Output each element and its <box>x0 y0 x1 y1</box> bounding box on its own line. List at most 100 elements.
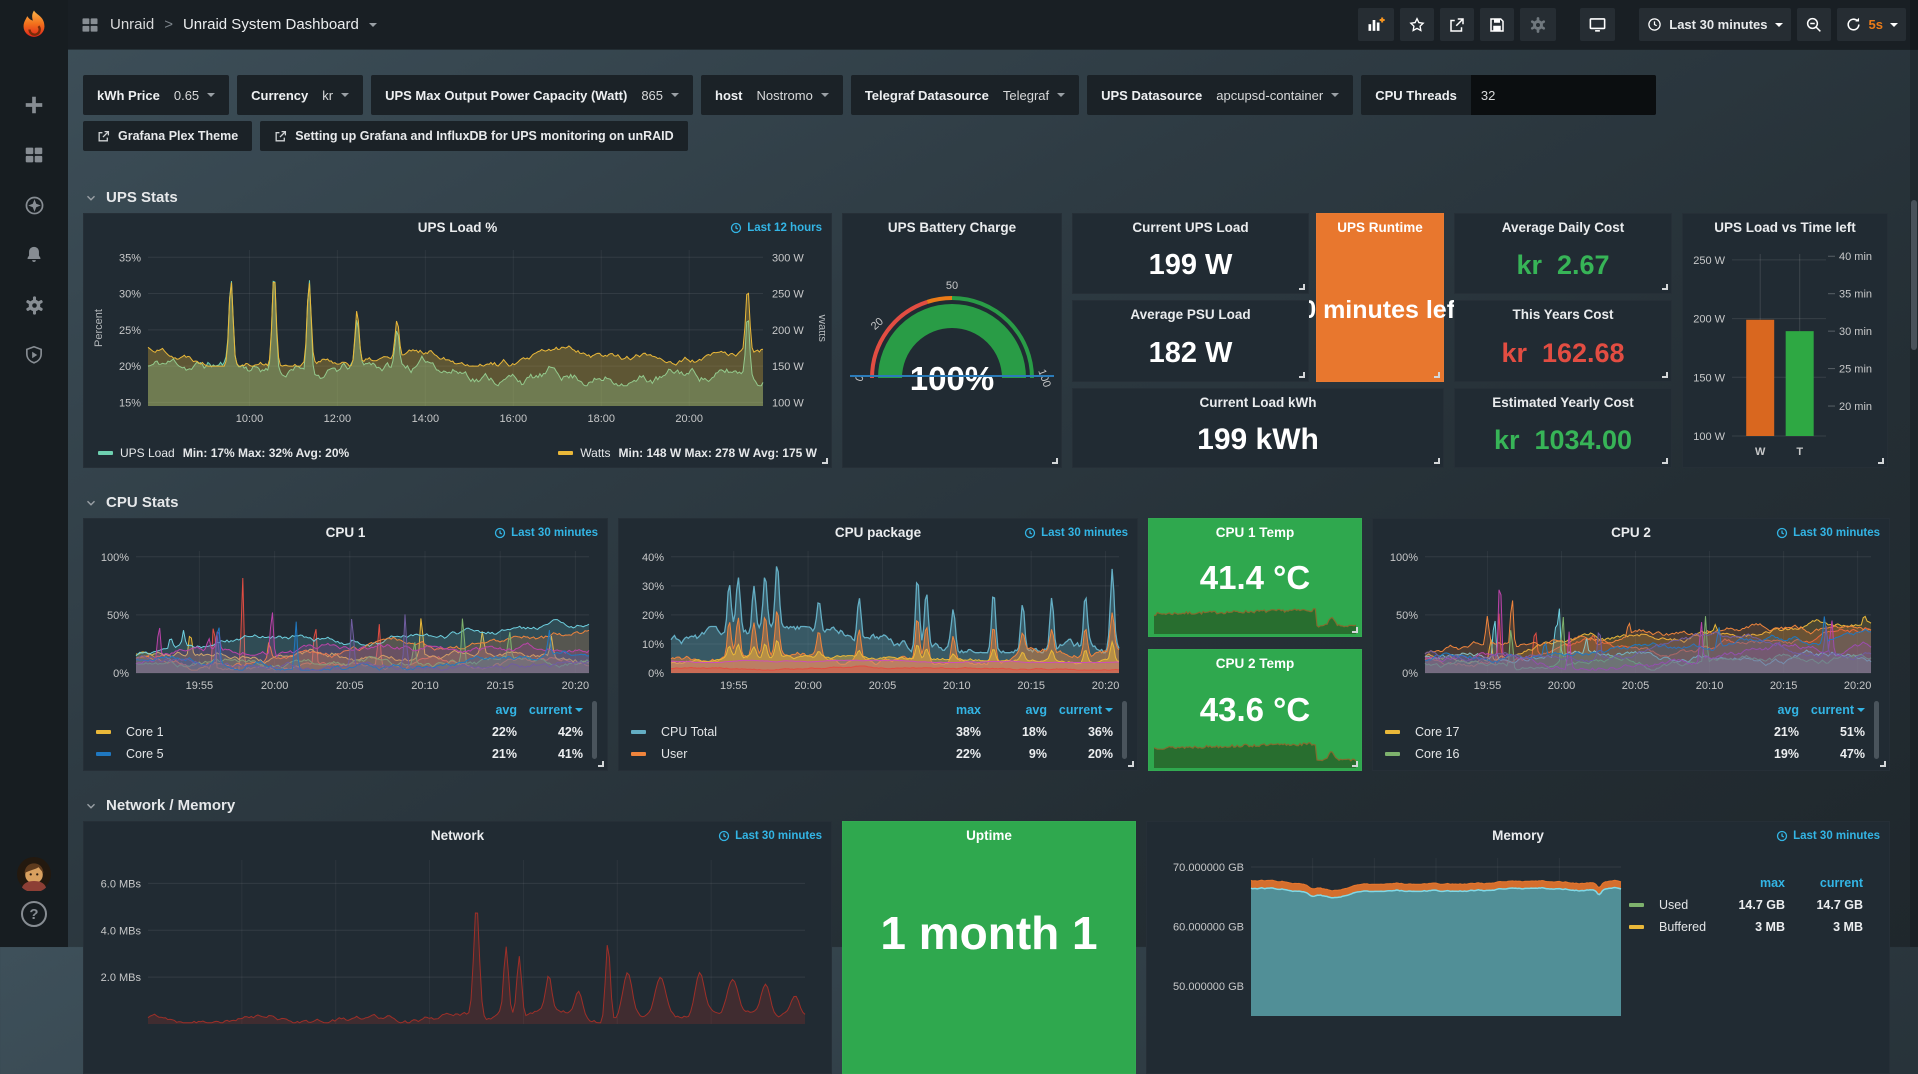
resize-handle[interactable] <box>1662 372 1668 378</box>
explore-compass-icon[interactable] <box>0 180 68 230</box>
resize-handle[interactable] <box>1878 458 1884 464</box>
share-button[interactable] <box>1440 8 1474 41</box>
resize-handle[interactable] <box>1128 761 1134 767</box>
legend-col-max[interactable]: max <box>915 703 981 717</box>
battery-gauge[interactable]: 02050100100% <box>847 252 1057 404</box>
memory-chart[interactable]: 50.000000 GB60.000000 GB70.000000 GB <box>1147 846 1629 1046</box>
cpu2-chart[interactable]: 0%50%100%19:5520:0020:0520:1020:1520:20 <box>1379 543 1883 695</box>
panel-title[interactable]: UPS Load vs Time left <box>1683 214 1887 238</box>
server-admin-shield-icon[interactable] <box>0 330 68 380</box>
load-vs-time-chart[interactable]: 100 W150 W200 W250 W20 min25 min30 min35… <box>1686 240 1884 462</box>
panel-timeframe[interactable]: Last 30 minutes <box>494 527 598 539</box>
breadcrumb-current[interactable]: Unraid System Dashboard <box>183 16 359 33</box>
caret-down-icon <box>671 93 679 97</box>
panel-title[interactable]: UPS Battery Charge <box>843 214 1061 238</box>
legend-col-max[interactable]: max <box>1707 876 1785 890</box>
panel-title[interactable]: Current Load kWh <box>1073 389 1443 413</box>
dashboard-settings-button[interactable] <box>1520 8 1556 41</box>
panel-title[interactable]: Current UPS Load <box>1073 214 1308 238</box>
user-avatar[interactable] <box>17 857 51 891</box>
legend-col-current[interactable]: current <box>1785 876 1863 890</box>
refresh-button[interactable]: 5s <box>1837 8 1906 41</box>
scrollbar-thumb[interactable] <box>1911 200 1917 350</box>
panel-timeframe[interactable]: Last 30 minutes <box>1024 527 1128 539</box>
resize-handle[interactable] <box>1880 761 1886 767</box>
resize-handle[interactable] <box>1434 372 1440 378</box>
dashboards-icon[interactable] <box>0 130 68 180</box>
legend-col-avg[interactable]: avg <box>451 703 517 717</box>
add-panel-button[interactable] <box>1358 8 1394 41</box>
alerting-bell-icon[interactable] <box>0 230 68 280</box>
panel-title[interactable]: Average Daily Cost <box>1455 214 1671 238</box>
breadcrumb[interactable]: Unraid > Unraid System Dashboard <box>80 15 377 35</box>
resize-handle[interactable] <box>598 761 604 767</box>
legend-scrollbar[interactable] <box>1122 701 1127 759</box>
legend-item-watts[interactable]: WattsMin: 148 W Max: 278 W Avg: 175 W <box>558 446 817 460</box>
time-range-picker[interactable]: Last 30 minutes <box>1639 8 1790 41</box>
panel-title[interactable]: UPS Runtime <box>1317 214 1443 238</box>
resize-handle[interactable] <box>1299 284 1305 290</box>
create-icon[interactable] <box>0 80 68 130</box>
variable-ups-max-output[interactable]: UPS Max Output Power Capacity (Watt) 865 <box>371 75 693 115</box>
resize-handle[interactable] <box>822 458 828 464</box>
variable-host[interactable]: host Nostromo <box>701 75 843 115</box>
panel-network: Network Last 30 minutes 2.0 MBs4.0 MBs6.… <box>83 821 832 1074</box>
legend-col-avg[interactable]: avg <box>1733 703 1799 717</box>
panel-timeframe[interactable]: Last 12 hours <box>730 222 822 234</box>
panel-title[interactable]: UPS Load % <box>84 214 831 238</box>
panel-timeframe[interactable]: Last 30 minutes <box>718 830 822 842</box>
zoom-out-button[interactable] <box>1797 8 1831 41</box>
panel-title[interactable]: Uptime <box>843 822 1135 846</box>
panel-title[interactable]: Average PSU Load <box>1073 301 1308 325</box>
section-header-network-memory[interactable]: Network / Memory <box>84 797 1918 814</box>
star-button[interactable] <box>1400 8 1434 41</box>
breadcrumb-root[interactable]: Unraid <box>110 16 154 33</box>
panel-timeframe[interactable]: Last 30 minutes <box>1776 527 1880 539</box>
section-header-ups-stats[interactable]: UPS Stats <box>84 189 1918 206</box>
resize-handle[interactable] <box>1662 284 1668 290</box>
resize-handle[interactable] <box>1662 458 1668 464</box>
cpu-package-chart[interactable]: 0%10%20%30%40%19:5520:0020:0520:1020:152… <box>625 543 1131 695</box>
refresh-interval-label[interactable]: 5s <box>1869 17 1883 32</box>
grafana-logo[interactable] <box>15 8 53 46</box>
network-chart[interactable]: 2.0 MBs4.0 MBs6.0 MBs <box>90 848 825 1048</box>
legend-col-avg[interactable]: avg <box>981 703 1047 717</box>
legend-col-current[interactable]: current <box>1799 703 1865 717</box>
resize-handle[interactable] <box>1052 458 1058 464</box>
cycle-view-button[interactable] <box>1580 8 1615 41</box>
link-grafana-plex-theme[interactable]: Grafana Plex Theme <box>83 121 252 151</box>
legend-scrollbar[interactable] <box>592 701 597 759</box>
panel-title[interactable]: This Years Cost <box>1455 301 1671 325</box>
section-header-cpu-stats[interactable]: CPU Stats <box>84 494 1918 511</box>
resize-handle[interactable] <box>1352 627 1358 633</box>
resize-handle[interactable] <box>1352 761 1358 767</box>
external-link-icon <box>97 130 110 143</box>
panel-title[interactable]: CPU 2 Temp <box>1149 650 1361 674</box>
cpu1-chart[interactable]: 0%50%100%19:5520:0020:0520:1020:1520:20 <box>90 543 601 695</box>
variable-currency[interactable]: Currency kr <box>237 75 363 115</box>
panel-title[interactable]: Estimated Yearly Cost <box>1455 389 1671 413</box>
legend-scrollbar[interactable] <box>1874 701 1879 759</box>
panel-title[interactable]: CPU 1 Temp <box>1149 519 1361 543</box>
resize-handle[interactable] <box>1299 372 1305 378</box>
variable-kwh-price[interactable]: kWh Price 0.65 <box>83 75 229 115</box>
link-ups-monitoring-guide[interactable]: Setting up Grafana and InfluxDB for UPS … <box>260 121 687 151</box>
cpu-threads-input[interactable] <box>1471 75 1656 115</box>
panel-timeframe[interactable]: Last 30 minutes <box>1776 830 1880 842</box>
svg-text:20%: 20% <box>119 361 141 373</box>
page-scrollbar[interactable] <box>1910 0 1918 947</box>
legend-col-current[interactable]: current <box>1047 703 1113 717</box>
save-button[interactable] <box>1480 8 1514 41</box>
legend-item-ups-load[interactable]: UPS LoadMin: 17% Max: 32% Avg: 20% <box>98 446 349 460</box>
variable-telegraf-datasource[interactable]: Telegraf Datasource Telegraf <box>851 75 1079 115</box>
svg-text:40%: 40% <box>642 552 664 564</box>
legend-col-current[interactable]: current <box>517 703 583 717</box>
ups-load-chart[interactable]: 15%20%25%30%35%100 W150 W200 W250 W300 W… <box>90 240 825 428</box>
configuration-gear-icon[interactable] <box>0 280 68 330</box>
variable-ups-datasource[interactable]: UPS Datasource apcupsd-container <box>1087 75 1353 115</box>
svg-text:0%: 0% <box>113 668 129 680</box>
resize-handle[interactable] <box>1434 458 1440 464</box>
svg-text:4.0 MBs: 4.0 MBs <box>101 925 142 937</box>
help-icon[interactable]: ? <box>21 901 47 927</box>
series-color-marker <box>1385 752 1400 756</box>
